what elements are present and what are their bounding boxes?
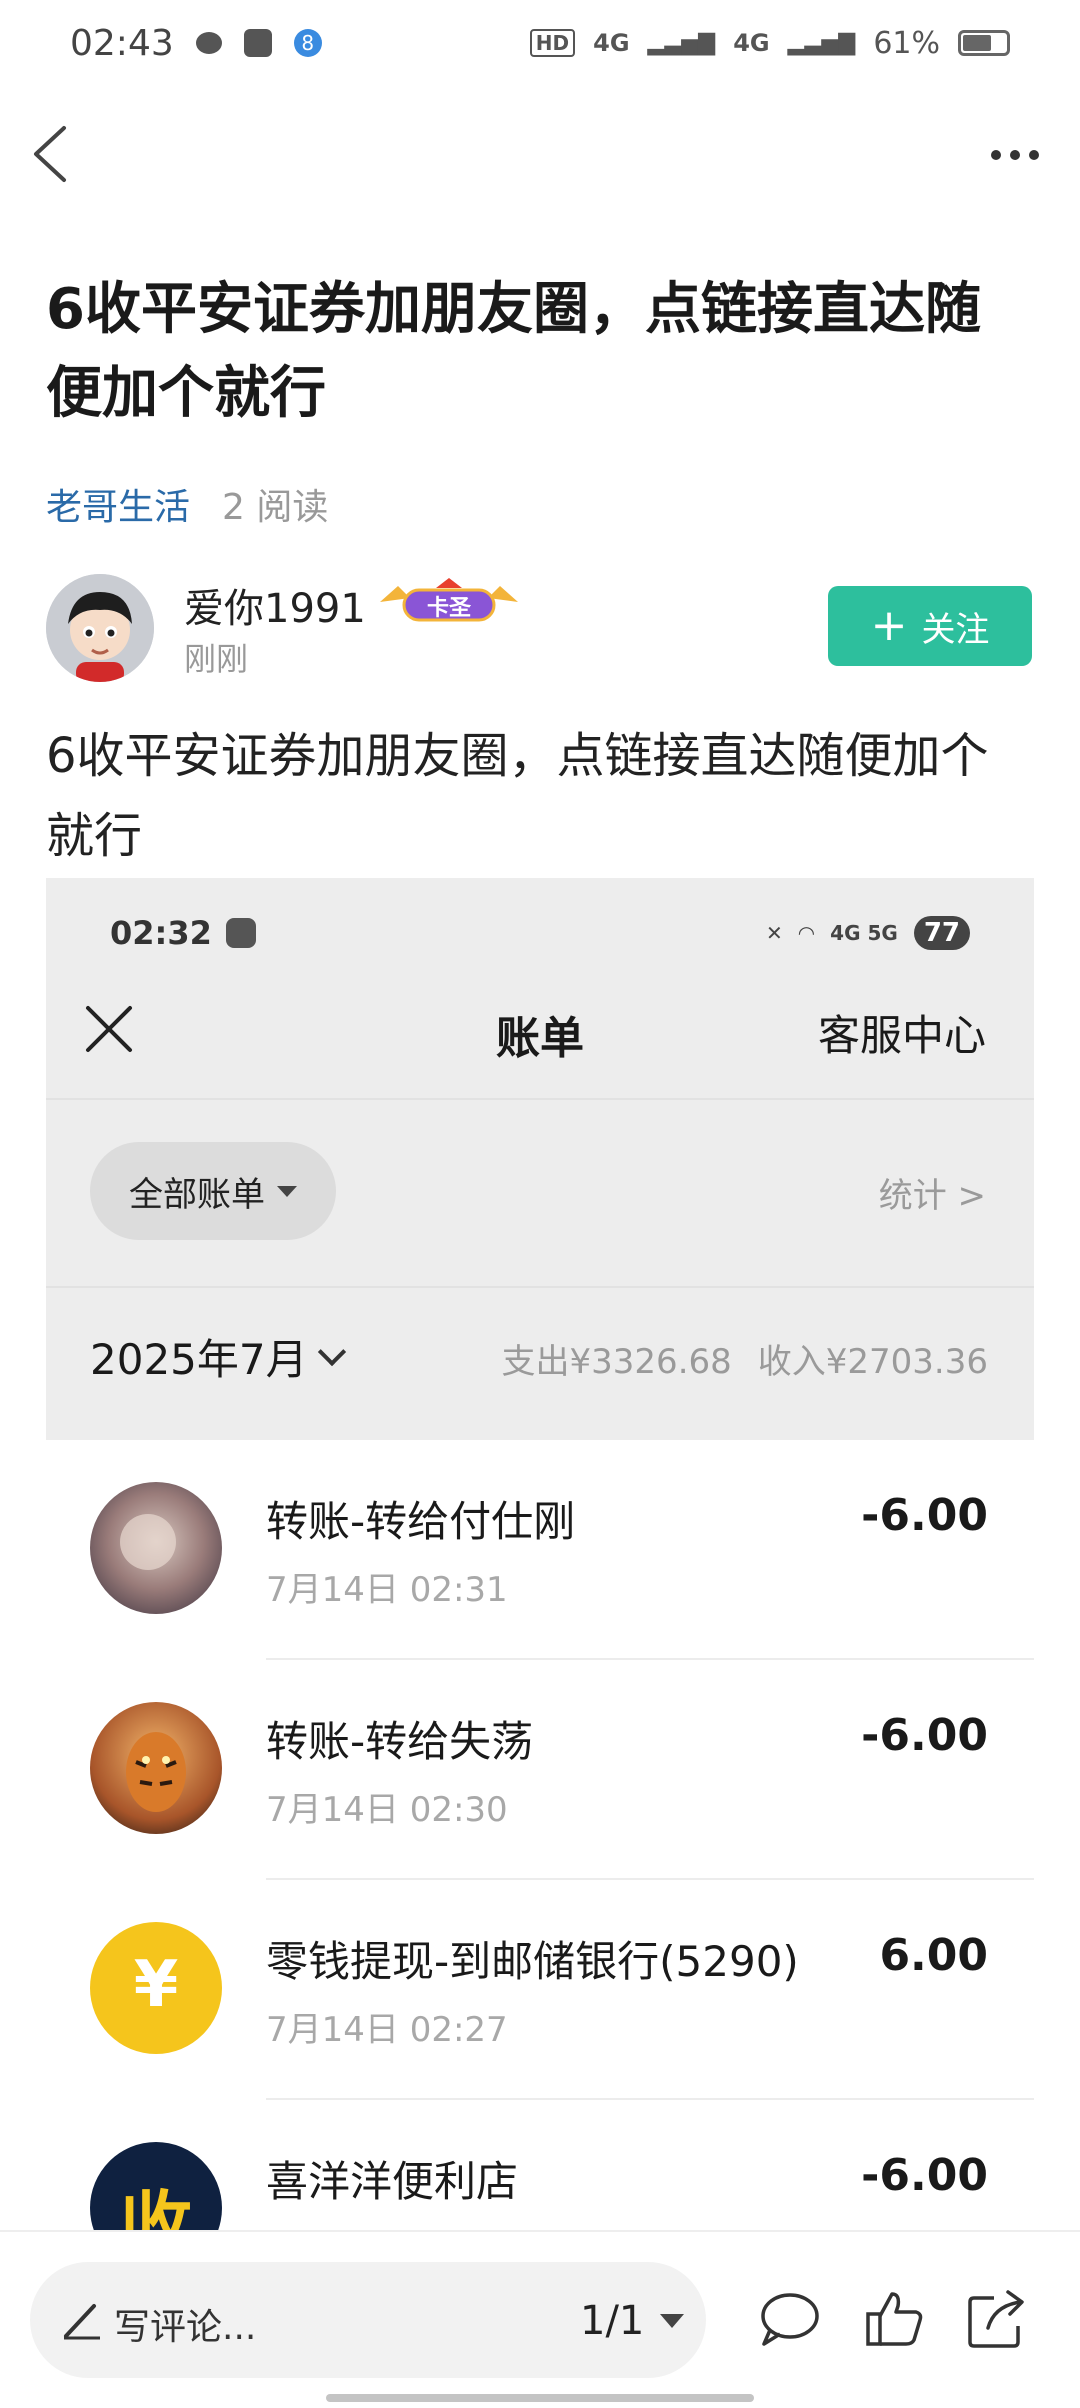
article-body: 6收平安证券加朋友圈，点链接直达随便加个就行 [46,728,989,864]
transaction-amount: -6.00 [861,1490,988,1541]
comment-bubble-icon [761,2293,819,2346]
embedded-bill-screenshot[interactable]: 02:32 ✕ ◠ 4G 5G 77 账单 客服中心 全部账单 统计 > 202… [46,878,1034,2230]
yuan-coin-avatar: ¥ [90,1922,222,2054]
transaction-amount: -6.00 [861,1710,988,1761]
mail-icon [243,29,272,57]
stats-link[interactable]: 统计 > [879,1168,986,1217]
transaction-name: 喜洋洋便利店 [266,2157,519,2206]
share-icon [968,2290,1024,2348]
chevron-down-icon [317,1337,346,1366]
author-name[interactable]: 爱你1991 [184,576,366,634]
divider [46,1098,1034,1100]
tiger-avatar [90,1702,222,1834]
source-link[interactable]: 老哥生活 [46,478,190,530]
transaction-name: 零钱提现-到邮储银行(5290) [266,1937,799,1986]
page-counter[interactable]: 1/1 [580,2298,644,2344]
shop-payment-icon: 收 [119,2183,192,2230]
home-indicator[interactable] [326,2394,754,2402]
all-bills-filter[interactable]: 全部账单 [90,1142,336,1240]
transaction-time: 7月14日 02:30 [266,1790,508,1830]
screenshot-signal: 4G 5G [830,921,898,945]
status-bar: 02:43 8 HD 4G ▂▃▅▇ 4G ▂▃▅▇ 61% [0,0,1080,86]
status-time: 02:43 [70,22,174,64]
app-notification-icon: 8 [293,29,322,57]
income-total: 收入¥2703.36 [757,1342,988,1382]
mute-icon: ✕ [766,921,783,945]
transaction-name: 转账-转给付仕刚 [266,1497,576,1546]
author-avatar[interactable] [46,574,154,682]
transaction-row[interactable]: ¥ 零钱提现-到邮储银行(5290) 7月14日 02:27 6.00 [46,1880,1034,2100]
contact-avatar-icon [90,1482,222,1614]
signal-bars-icon: ▂▃▅▇ [647,30,716,56]
top-nav [0,110,1080,200]
more-button[interactable] [980,130,1050,180]
wechat-icon [195,32,222,54]
page-caret-down-icon[interactable] [660,2314,684,2328]
hd-icon: HD [529,29,576,57]
rank-badge: 卡圣 [374,578,524,626]
badge-label: 卡圣 [426,596,471,621]
blurred-photo-avatar [90,1482,222,1614]
article-title: 6收平安证券加朋友圈，点链接直达随便加个就行 [46,277,981,426]
transaction-name: 转账-转给失荡 [266,1717,534,1766]
transaction-list: 转账-转给付仕刚 7月14日 02:31 -6.00 转账-转给失荡 7月14日… [46,1440,1034,2230]
bill-nav: 账单 客服中心 [46,974,1034,1084]
transaction-row[interactable]: 收 喜洋洋便利店 -6.00 [46,2100,1034,2230]
transaction-row[interactable]: 转账-转给付仕刚 7月14日 02:31 -6.00 [46,1440,1034,1660]
read-count: 2 阅读 [222,487,329,528]
wifi-icon: ◠ [798,921,815,945]
caret-down-icon [277,1185,297,1197]
transaction-amount: -6.00 [861,2150,988,2201]
tiger-avatar-icon [90,1702,222,1834]
screenshot-battery: 77 [913,916,970,950]
cartoon-boy-avatar-icon [46,574,154,682]
customer-service-link[interactable]: 客服中心 [818,1002,986,1063]
comment-input[interactable]: 写评论... 1/1 [30,2262,706,2378]
plus-icon: + [870,600,908,651]
post-time: 刚刚 [184,640,249,678]
follow-button[interactable]: + 关注 [828,586,1032,666]
comment-button[interactable] [756,2286,822,2352]
like-button[interactable] [862,2286,928,2352]
yuan-coin-icon: ¥ [133,1948,179,2022]
screenshot-status-bar: 02:32 ✕ ◠ 4G 5G 77 [110,908,970,958]
screenshot-app-icon [225,918,256,948]
battery-percent: 61% [873,25,940,61]
bottom-divider [0,2230,1080,2232]
filter-label: 全部账单 [129,1174,265,1215]
back-chevron-icon [34,126,66,182]
article-page: 02:43 8 HD 4G ▂▃▅▇ 4G ▂▃▅▇ 61% 6收平安证券加朋友… [0,0,1080,2408]
pencil-icon [64,2304,100,2340]
signal-bars-icon-2: ▂▃▅▇ [787,30,856,56]
expense-total: 支出¥3326.68 [501,1342,732,1382]
battery-icon [958,30,1010,56]
transaction-amount: 6.00 [879,1930,988,1981]
transaction-time: 7月14日 02:27 [266,2010,508,2050]
comment-placeholder: 写评论... [114,2307,257,2348]
month-label: 2025年7月 [90,1335,308,1384]
month-summary: 支出¥3326.68 收入¥2703.36 [502,1334,988,1383]
back-button[interactable] [26,124,86,184]
signal-4g-2: 4G [733,29,770,57]
transaction-row[interactable]: 转账-转给失荡 7月14日 02:30 -6.00 [46,1660,1034,1880]
follow-label: 关注 [921,609,990,650]
transaction-time: 7月14日 02:31 [266,1570,508,1610]
signal-4g-1: 4G [593,29,630,57]
thumbs-up-icon [866,2292,923,2346]
article-meta: 老哥生活 2 阅读 [46,478,328,530]
divider [46,1286,1034,1288]
share-button[interactable] [964,2286,1030,2352]
shop-avatar: 收 [90,2142,222,2230]
more-dots-icon [991,150,1001,160]
month-selector[interactable]: 2025年7月 [90,1326,346,1387]
screenshot-time: 02:32 [110,914,212,952]
author-row: 爱你1991 卡圣 刚刚 + 关注 [46,574,1032,686]
